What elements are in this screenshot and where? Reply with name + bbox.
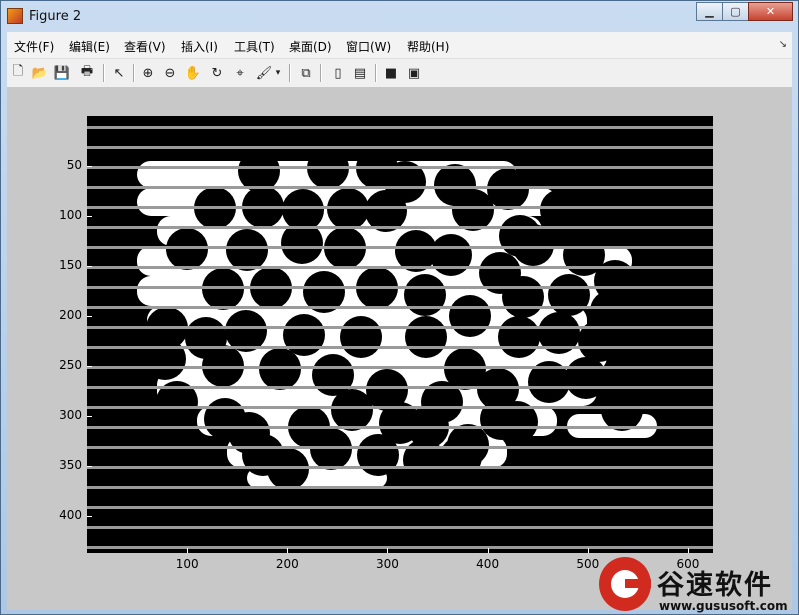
rotate-3d-icon[interactable]: ↻: [208, 64, 226, 82]
new-figure-icon[interactable]: 🗋: [9, 64, 27, 82]
y-tick-label: 100: [59, 208, 82, 222]
menu-bar: 文件(F) 编辑(E) 查看(V) 插入(I) 工具(T) 桌面(D) 窗口(W…: [7, 32, 792, 59]
y-tick-label: 300: [59, 408, 82, 422]
client-area: 文件(F) 编辑(E) 查看(V) 插入(I) 工具(T) 桌面(D) 窗口(W…: [7, 32, 792, 610]
edit-plot-icon[interactable]: ↖: [110, 64, 128, 82]
menu-view[interactable]: 查看(V): [124, 38, 166, 55]
y-tick-label: 150: [59, 258, 82, 272]
menu-tools[interactable]: 工具(T): [234, 38, 275, 55]
minimize-icon: ▁: [705, 5, 714, 18]
menu-file[interactable]: 文件(F): [14, 38, 54, 55]
menu-window[interactable]: 窗口(W): [346, 38, 391, 55]
figure-toolbar: 🗋 📂 💾 🖶 ↖ ⊕ ⊖ ✋ ↻ ⌖ 🖌 ▾ ⧉ ▯ ▤ ■ ▣: [7, 59, 792, 88]
menu-edit[interactable]: 编辑(E): [69, 38, 110, 55]
data-cursor-icon[interactable]: ⌖: [231, 64, 249, 82]
x-tick-label: 200: [275, 557, 299, 571]
close-button[interactable]: ✕: [748, 2, 793, 21]
matlab-icon: [7, 8, 23, 24]
figure-window: Figure 2 ▁ ▢ ✕ 文件(F) 编辑(E) 查看(V) 插入(I) 工…: [0, 0, 799, 615]
brush-dropdown-icon[interactable]: ▾: [273, 64, 283, 82]
menu-insert[interactable]: 插入(I): [181, 38, 218, 55]
pan-icon[interactable]: ✋: [184, 64, 202, 82]
watermark-url: www.gususoft.com: [659, 599, 788, 613]
zoom-out-icon[interactable]: ⊖: [161, 64, 179, 82]
y-tick-label: 50: [66, 158, 82, 172]
save-icon[interactable]: 💾: [53, 64, 71, 82]
minimize-button[interactable]: ▁: [696, 2, 722, 21]
print-icon[interactable]: 🖶: [78, 64, 96, 82]
x-tick-label: 400: [476, 557, 500, 571]
title-bar[interactable]: Figure 2 ▁ ▢ ✕: [1, 1, 798, 32]
window-title: Figure 2: [29, 9, 82, 24]
watermark-logo-icon: [599, 557, 651, 611]
maximize-icon: ▢: [730, 5, 741, 18]
close-icon: ✕: [765, 5, 776, 18]
menu-desktop[interactable]: 桌面(D): [289, 38, 332, 55]
legend-icon[interactable]: ▤: [351, 64, 369, 82]
colorbar-icon[interactable]: ▯: [329, 64, 347, 82]
figure-canvas: 50 100 150 200 250 300 350 400 100 200 300 400 500 60…: [7, 88, 792, 610]
hide-plot-tools-icon[interactable]: ■: [382, 64, 400, 82]
y-tick-label: 200: [59, 308, 82, 322]
show-plot-tools-icon[interactable]: ▣: [405, 64, 423, 82]
x-tick-label: 100: [175, 557, 199, 571]
image-axes[interactable]: [87, 116, 713, 553]
y-tick-label: 400: [59, 508, 82, 522]
y-tick-label: 250: [59, 358, 82, 372]
open-file-icon[interactable]: 📂: [31, 64, 49, 82]
watermark-text: 谷速软件: [657, 570, 773, 601]
menu-dock-arrow-icon[interactable]: ↘: [779, 39, 787, 50]
menu-help[interactable]: 帮助(H): [407, 38, 449, 55]
link-plot-icon[interactable]: ⧉: [297, 64, 315, 82]
watermark: 谷速软件 www.gususoft.com: [597, 555, 799, 615]
maximize-button[interactable]: ▢: [722, 2, 748, 21]
brush-icon[interactable]: 🖌: [255, 64, 273, 82]
x-tick-label: 300: [376, 557, 399, 571]
y-tick-label: 350: [59, 458, 82, 472]
zoom-in-icon[interactable]: ⊕: [139, 64, 157, 82]
